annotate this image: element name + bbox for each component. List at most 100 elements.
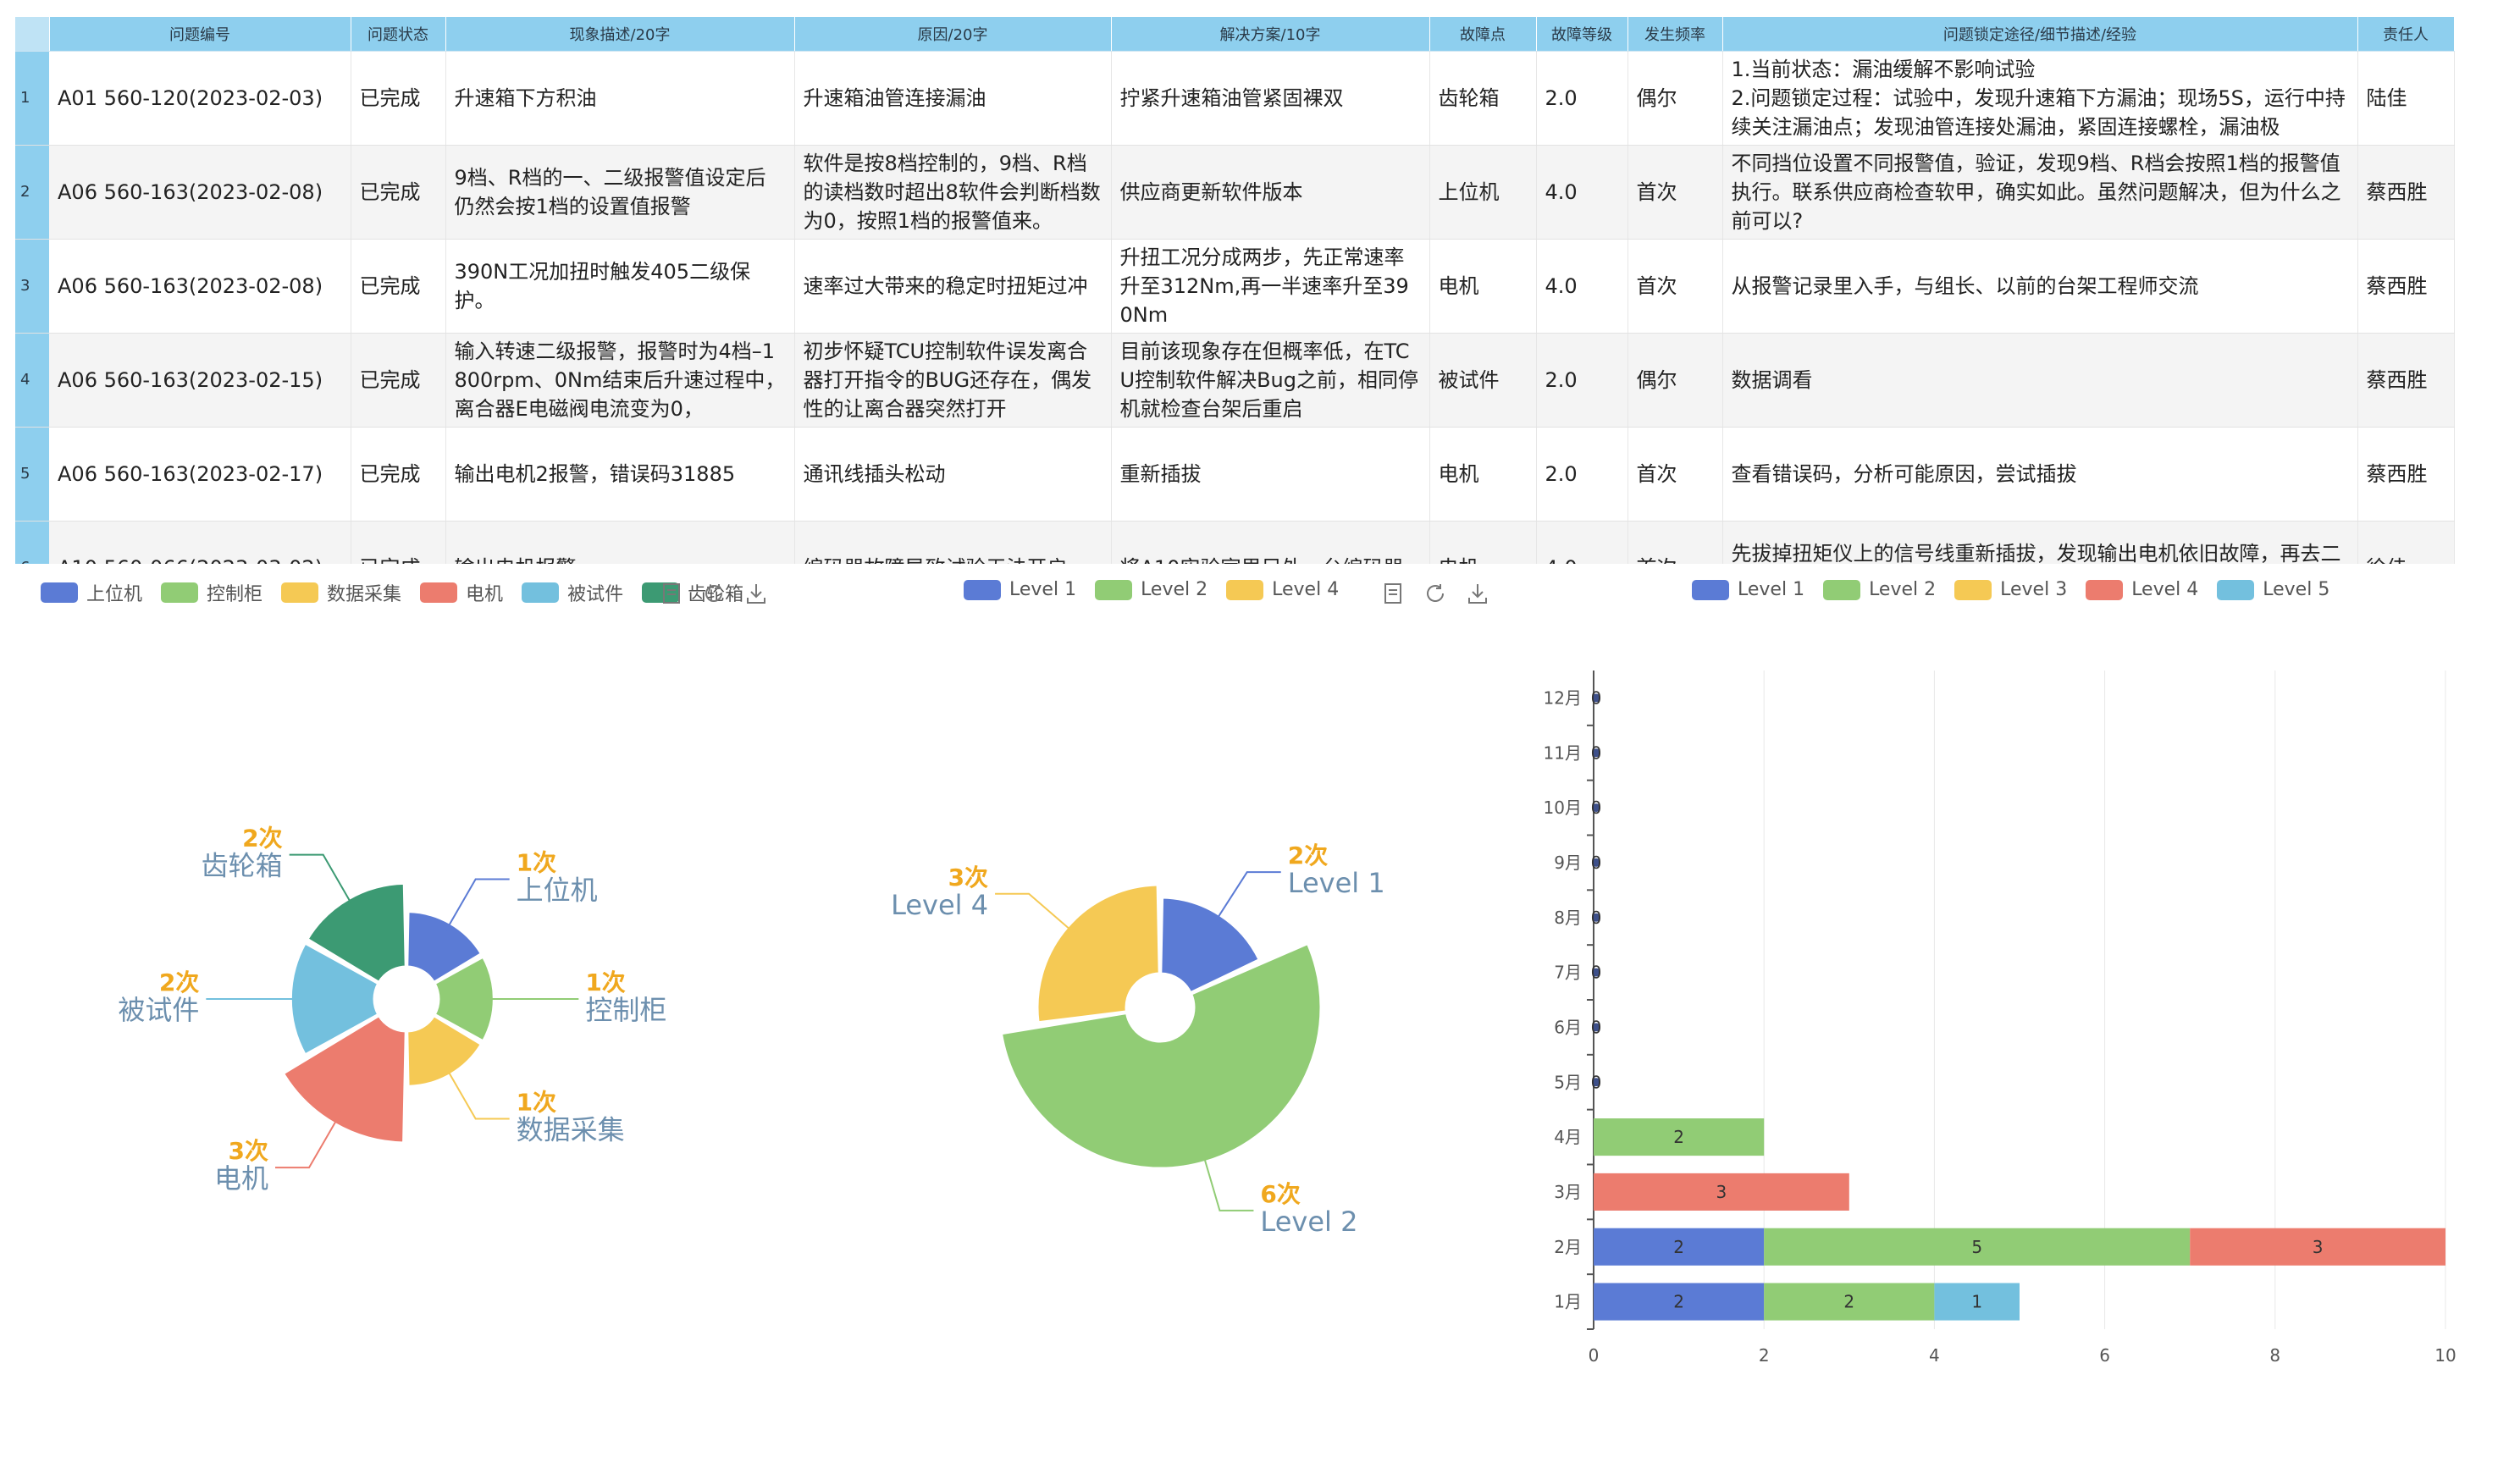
column-header[interactable]: 故障点 [1429, 17, 1537, 52]
table-row[interactable]: 5 A06 560-163(2023-02-17) 已完成 输出电机2报警，错误码31… [15, 427, 2455, 522]
legend-item[interactable]: Level 2 [1095, 579, 1208, 600]
row-number[interactable]: 2 [15, 145, 49, 240]
column-header[interactable]: 问题状态 [351, 17, 446, 52]
table-cell[interactable]: 重新插拔 [1111, 427, 1430, 522]
table-cell[interactable]: 2.0 [1536, 333, 1628, 428]
column-header[interactable]: 责任人 [2357, 17, 2455, 52]
table-row[interactable]: 4 A06 560-163(2023-02-15) 已完成 输入转速二级报警，报警时为… [15, 333, 2455, 428]
table-cell[interactable]: 升速箱下方积油 [445, 51, 795, 146]
table-row[interactable]: 6 A10 560-066(2023-03-02) 已完成 输出电机报警 编码器故障导致… [15, 521, 2455, 564]
column-header[interactable]: 发生频率 [1628, 17, 1723, 52]
column-header[interactable]: 原因/20字 [794, 17, 1112, 52]
row-number[interactable]: 3 [15, 239, 49, 334]
table-cell[interactable]: A01 560-120(2023-02-03) [49, 51, 351, 146]
column-header[interactable]: 问题编号 [49, 17, 351, 52]
table-cell[interactable]: 偶尔 [1628, 51, 1723, 146]
legend-item[interactable]: 电机 [420, 579, 503, 606]
legend-item[interactable]: Level 4 [1226, 579, 1339, 600]
table-cell[interactable]: 被试件 [1429, 333, 1537, 428]
table-cell[interactable]: 初步怀疑TCU控制软件误发离合器打开指令的BUG还存在，偶发性的让离合器突然打开 [794, 333, 1112, 428]
column-header[interactable]: 现象描述/20字 [445, 17, 795, 52]
table-cell[interactable]: 电机 [1429, 427, 1537, 522]
table-cell[interactable]: 4.0 [1536, 521, 1628, 564]
table-cell[interactable]: 390N工况加扭时触发405二级保护。 [445, 239, 795, 334]
table-cell[interactable]: 已完成 [351, 239, 446, 334]
legend-item[interactable]: Level 1 [964, 579, 1076, 600]
legend-item[interactable]: Level 1 [1692, 579, 1804, 600]
table-cell[interactable]: 输入转速二级报警，报警时为4档–1800rpm、0Nm结束后升速过程中，离合器E… [445, 333, 795, 428]
table-cell[interactable]: 通讯线插头松动 [794, 427, 1112, 522]
table-cell[interactable]: 将A10实验室里另外一台编码器 [1111, 521, 1430, 564]
table-cell[interactable]: 蔡西胜 [2357, 145, 2455, 240]
table-cell[interactable]: 从报警记录里入手，与组长、以前的台架工程师交流 [1722, 239, 2358, 334]
table-cell[interactable]: 已完成 [351, 333, 446, 428]
table-cell[interactable]: 数据调看 [1722, 333, 2358, 428]
table-cell[interactable]: 首次 [1628, 239, 1723, 334]
column-header[interactable]: 解决方案/10字 [1111, 17, 1430, 52]
table-cell[interactable]: 徐佳 [2357, 521, 2455, 564]
table-cell[interactable]: A06 560-163(2023-02-08) [49, 239, 351, 334]
column-header[interactable]: 问题锁定途径/细节描述/经验 [1722, 17, 2358, 52]
table-cell[interactable]: A06 560-163(2023-02-08) [49, 145, 351, 240]
table-cell[interactable]: 查看错误码，分析可能原因，尝试插拔 [1722, 427, 2358, 522]
legend-item[interactable]: Level 5 [2217, 579, 2329, 600]
table-cell[interactable]: 4.0 [1536, 145, 1628, 240]
table-row[interactable]: 1 A01 560-120(2023-02-03) 已完成 升速箱下方积油 升速箱油管连… [15, 51, 2455, 146]
table-cell[interactable]: 首次 [1628, 427, 1723, 522]
table-cell[interactable]: 9档、R档的一、二级报警值设定后仍然会按1档的设置值报警 [445, 145, 795, 240]
table-cell[interactable]: 4.0 [1536, 239, 1628, 334]
row-number[interactable]: 1 [15, 51, 49, 146]
table-cell[interactable]: 上位机 [1429, 145, 1537, 240]
column-header[interactable]: 故障等级 [1536, 17, 1628, 52]
table-cell[interactable]: 电机 [1429, 239, 1537, 334]
table-cell[interactable]: A06 560-163(2023-02-15) [49, 333, 351, 428]
table-cell[interactable]: 陆佳 [2357, 51, 2455, 146]
table-cell[interactable]: 不同挡位设置不同报警值，验证，发现9档、R档会按照1档的报警值执行。联系供应商检… [1722, 145, 2358, 240]
row-number[interactable]: 6 [15, 521, 49, 564]
table-cell[interactable]: 已完成 [351, 521, 446, 564]
table-cell[interactable]: 2.0 [1536, 51, 1628, 146]
table-cell[interactable]: 蔡西胜 [2357, 239, 2455, 334]
legend-item[interactable]: Level 3 [1954, 579, 2067, 600]
download-icon[interactable] [1465, 581, 1494, 610]
table-cell[interactable]: 2.0 [1536, 427, 1628, 522]
refresh-icon[interactable] [701, 581, 730, 610]
download-icon[interactable] [743, 581, 772, 610]
legend-item[interactable]: 被试件 [522, 579, 623, 606]
table-cell[interactable]: A10 560-066(2023-03-02) [49, 521, 351, 564]
table-cell[interactable]: 1.当前状态：漏油缓解不影响试验 2.问题锁定过程：试验中，发现升速箱下方漏油；… [1722, 51, 2358, 146]
table-cell[interactable]: 升速箱油管连接漏油 [794, 51, 1112, 146]
data-view-icon[interactable] [659, 581, 688, 610]
legend-item[interactable]: 控制柜 [161, 579, 262, 606]
table-cell[interactable]: 齿轮箱 [1429, 51, 1537, 146]
table-cell[interactable]: 蔡西胜 [2357, 427, 2455, 522]
table-cell[interactable]: 电机 [1429, 521, 1537, 564]
table-cell[interactable]: 已完成 [351, 51, 446, 146]
rose-slice[interactable] [1036, 883, 1161, 1024]
table-cell[interactable]: A06 560-163(2023-02-17) [49, 427, 351, 522]
table-cell[interactable]: 首次 [1628, 521, 1723, 564]
table-cell[interactable]: 升扭工况分成两步，先正常速率升至312Nm,再一半速率升至390Nm [1111, 239, 1430, 334]
vertical-scrollbar[interactable] [2469, 51, 2481, 330]
data-view-icon[interactable] [1380, 581, 1409, 610]
table-cell[interactable]: 已完成 [351, 145, 446, 240]
table-cell[interactable]: 软件是按8档控制的，9档、R档的读档数时超出8软件会判断档数为0，按照1档的报警… [794, 145, 1112, 240]
table-cell[interactable]: 编码器故障导致试验无法开启 [794, 521, 1112, 564]
row-number[interactable]: 5 [15, 427, 49, 522]
table-cell[interactable]: 先拔掉扭矩仪上的信号线重新插拔，发现输出电机依旧故障，再去二楼电机控制柜把两个输… [1722, 521, 2358, 564]
row-number[interactable]: 4 [15, 333, 49, 428]
legend-item[interactable]: 数据采集 [281, 579, 401, 606]
table-cell[interactable]: 蔡西胜 [2357, 333, 2455, 428]
legend-item[interactable]: Level 4 [2086, 579, 2198, 600]
refresh-icon[interactable] [1423, 581, 1451, 610]
table-cell[interactable]: 供应商更新软件版本 [1111, 145, 1430, 240]
table-row[interactable]: 2 A06 560-163(2023-02-08) 已完成 9档、R档的一、二级报警值… [15, 145, 2455, 240]
table-cell[interactable]: 首次 [1628, 145, 1723, 240]
table-cell[interactable]: 输出电机报警 [445, 521, 795, 564]
legend-item[interactable]: 上位机 [41, 579, 142, 606]
table-cell[interactable]: 拧紧升速箱油管紧固裸双 [1111, 51, 1430, 146]
table-row[interactable]: 3 A06 560-163(2023-02-08) 已完成 390N工况加扭时触发40… [15, 239, 2455, 334]
table-cell[interactable]: 目前该现象存在但概率低，在TCU控制软件解决Bug之前，相同停机就检查台架后重启 [1111, 333, 1430, 428]
table-cell[interactable]: 速率过大带来的稳定时扭矩过冲 [794, 239, 1112, 334]
legend-item[interactable]: Level 2 [1823, 579, 1936, 600]
